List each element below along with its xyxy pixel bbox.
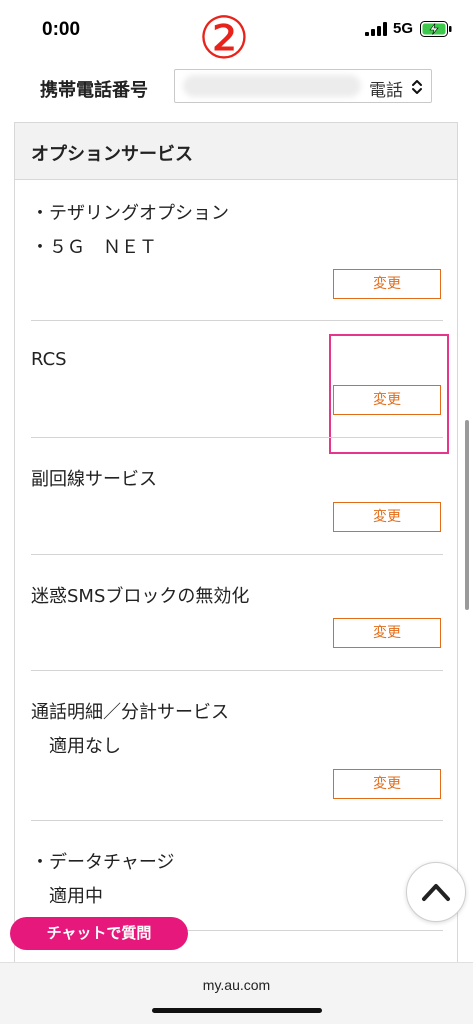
option-item-text: ・データチャージ — [31, 852, 175, 873]
option-item-status: 適用中 — [49, 886, 103, 907]
option-item-text: RCS — [31, 349, 67, 370]
change-button[interactable]: 変更 — [333, 618, 441, 648]
network-label: 5G — [393, 20, 414, 37]
option-item-text: ・５Ｇ ＮＥＴ — [31, 237, 157, 258]
phone-number-label: 携帯電話番号 — [40, 80, 148, 101]
browser-bar: my.au.com — [0, 962, 473, 1024]
change-button[interactable]: 変更 — [333, 769, 441, 799]
section-title: オプションサービス — [31, 144, 193, 165]
annotation-number: ② — [198, 4, 250, 72]
option-item-text: ・テザリングオプション — [31, 203, 229, 224]
phone-number-select[interactable]: 電話 — [174, 69, 432, 103]
option-item-status: 適用なし — [49, 736, 121, 757]
phone-select-row: 携帯電話番号 電話 — [0, 62, 473, 118]
phone-select-value: 電話 — [369, 81, 403, 101]
option-item-text: 副回線サービス — [31, 469, 157, 490]
chevron-up-icon — [422, 884, 450, 901]
redacted-phone-number — [183, 75, 361, 97]
signal-icon — [365, 22, 387, 36]
battery-charging-icon — [420, 21, 452, 37]
change-button[interactable]: 変更 — [333, 502, 441, 532]
change-button[interactable]: 変更 — [333, 269, 441, 299]
scroll-to-top-button[interactable] — [406, 862, 466, 922]
divider — [31, 437, 443, 438]
divider — [31, 554, 443, 555]
option-item-text: 迷惑SMSブロックの無効化 — [31, 586, 250, 607]
url-text[interactable]: my.au.com — [0, 977, 473, 993]
scrollbar[interactable] — [465, 420, 469, 610]
status-time: 0:00 — [42, 19, 81, 40]
chat-button[interactable]: チャットで質問 — [10, 917, 188, 950]
divider — [31, 670, 443, 671]
option-services-card: オプションサービス ・テザリングオプション ・５Ｇ ＮＥＴ 変更 RCS 変更 … — [14, 122, 458, 962]
chevron-updown-icon — [412, 80, 422, 94]
option-item-text: 通話明細／分計サービス — [31, 702, 229, 723]
section-header: オプションサービス — [15, 122, 457, 180]
home-indicator[interactable] — [152, 1008, 322, 1013]
divider — [31, 820, 443, 821]
divider — [31, 320, 443, 321]
highlight-box — [329, 334, 449, 454]
